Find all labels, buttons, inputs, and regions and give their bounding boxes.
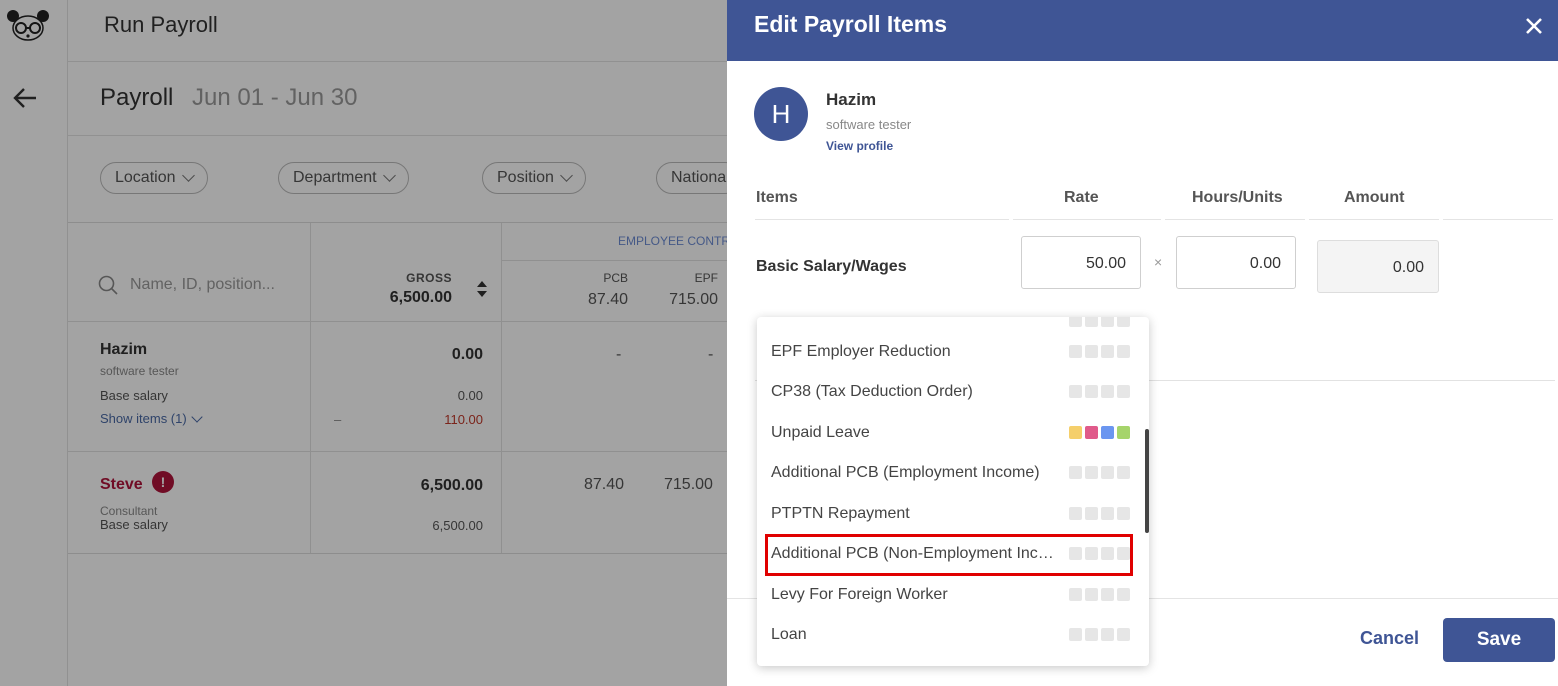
dropdown-item-label: CP38 (Tax Deduction Order) [771,383,973,400]
dropdown-item[interactable]: EPF Employer Reduction [757,331,1149,371]
tag-swatch [1085,507,1098,520]
dropdown-item[interactable]: Levy For Foreign Worker [757,574,1149,614]
tag-swatch [1085,588,1098,601]
dropdown-item-label: Levy For Foreign Worker [771,586,948,603]
tag-swatch [1117,345,1130,358]
tag-swatch [1101,588,1114,601]
tag-swatch [1069,385,1082,398]
dropdown-item[interactable]: Additional PCB (Employment Income) [757,452,1149,492]
tag-swatch [1069,317,1082,327]
dropdown-item-label: EPF Employer Reduction [771,343,951,360]
tag-swatch [1101,345,1114,358]
tag-swatch [1069,466,1082,479]
dropdown-item[interactable]: PTPTN Repayment [757,493,1149,533]
amount-column-header: Amount [1344,189,1405,206]
highlight-box [765,534,1133,576]
drawer-title: Edit Payroll Items [754,11,948,37]
header-underline [755,219,1009,220]
employee-name: Hazim [826,90,877,109]
dropdown-item-label: Loan [771,626,807,643]
dropdown-item[interactable]: CP38 (Tax Deduction Order) [757,371,1149,411]
tag-swatch [1101,628,1114,641]
tag-swatch [1085,345,1098,358]
tag-swatch [1069,507,1082,520]
dropdown-item[interactable]: Loan [757,614,1149,654]
tag-swatch [1117,426,1130,439]
tag-swatch [1069,628,1082,641]
header-underline [1013,219,1161,220]
rate-column-header: Rate [1064,189,1099,206]
items-column-header: Items [756,189,798,206]
tag-swatch [1117,507,1130,520]
dropdown-item-label: Additional PCB (Employment Income) [771,464,1040,481]
tag-swatch [1101,385,1114,398]
tag-swatch [1069,588,1082,601]
tag-swatch [1101,507,1114,520]
tag-swatch [1117,317,1130,327]
header-underline [1165,219,1305,220]
tag-swatch [1085,426,1098,439]
tag-swatch [1085,628,1098,641]
rate-input[interactable]: 50.00 [1021,236,1141,289]
header-underline [1443,219,1553,220]
tag-swatch [1085,385,1098,398]
hours-column-header: Hours/Units [1192,189,1283,206]
employee-role: software tester [826,117,912,132]
tag-swatch [1069,426,1082,439]
tag-swatch [1101,466,1114,479]
tag-swatch [1101,426,1114,439]
tag-swatch [1117,628,1130,641]
modal-overlay[interactable] [0,0,727,686]
avatar: H [754,87,808,141]
cancel-button[interactable]: Cancel [1360,628,1419,649]
payroll-item-dropdown[interactable]: EPF Employer Reduction CP38 (Tax Deductio… [757,317,1149,666]
tag-swatch [1069,345,1082,358]
tag-swatch [1101,317,1114,327]
tag-swatch [1117,466,1130,479]
tag-swatch [1085,466,1098,479]
tag-swatch [1117,385,1130,398]
hours-input[interactable]: 0.00 [1176,236,1296,289]
drawer-header: Edit Payroll Items [727,0,1558,61]
tag-swatch [1117,588,1130,601]
view-profile-link[interactable]: View profile [826,139,893,153]
basic-salary-label: Basic Salary/Wages [756,258,907,275]
amount-field: 0.00 [1317,240,1439,293]
dropdown-item-label: PTPTN Repayment [771,505,910,522]
header-underline [1309,219,1439,220]
multiply-icon: × [1154,254,1163,270]
save-button[interactable]: Save [1443,618,1555,662]
dropdown-item[interactable]: Unpaid Leave [757,412,1149,452]
dropdown-scrollbar[interactable] [1145,429,1149,533]
dropdown-item-label: Unpaid Leave [771,424,870,441]
close-icon[interactable] [1524,16,1544,36]
tag-swatch [1085,317,1098,327]
